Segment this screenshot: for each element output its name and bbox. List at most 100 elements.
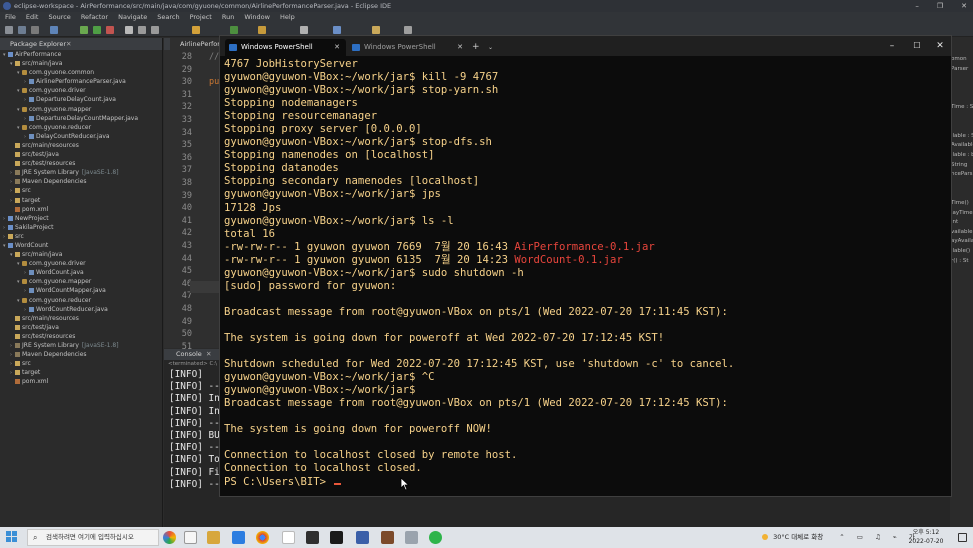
close-icon[interactable]: ✕ (206, 349, 211, 360)
chrome-icon[interactable] (256, 531, 269, 544)
terminal-taskbar-icon[interactable] (330, 531, 343, 544)
outline-item[interactable]: int (951, 219, 958, 225)
close-icon[interactable]: ✕ (930, 39, 950, 53)
outline-item[interactable]: Available (951, 142, 973, 148)
file-explorer-icon[interactable] (207, 531, 220, 544)
outline-item[interactable]: String (951, 162, 967, 168)
outline-item[interactable]: r() : St (951, 258, 969, 264)
new-tab-button[interactable]: + (472, 39, 480, 56)
debug-icon[interactable] (80, 26, 88, 34)
outline-item[interactable]: omon (951, 56, 967, 62)
outline-item[interactable]: Time() (951, 200, 969, 206)
restore-icon[interactable]: ❐ (937, 0, 943, 12)
app-icon[interactable] (282, 531, 295, 544)
pinwheel-app-icon[interactable] (163, 531, 176, 544)
terminal-tab-1[interactable]: Windows PowerShell ✕ (225, 39, 346, 56)
tree-item[interactable]: ▾ com.gyuone.common (0, 68, 162, 77)
tree-item[interactable]: › DepartureDelayCount.java (0, 95, 162, 104)
app-icon-green[interactable] (429, 531, 442, 544)
weather-icon[interactable] (762, 534, 768, 540)
print-icon[interactable] (50, 26, 58, 34)
tree-item[interactable]: › AirlinePerformanceParser.java (0, 77, 162, 86)
close-icon[interactable]: ✕ (66, 38, 71, 50)
weather-label[interactable]: 30°C 대체로 화창 (773, 533, 823, 541)
app-icon-grey[interactable] (405, 531, 418, 544)
tree-item[interactable]: › DepartureDelayCountMapper.java (0, 114, 162, 123)
tree-item[interactable]: › JRE System Library [JavaSE-1.8] (0, 168, 162, 177)
eclipse-taskbar-icon[interactable] (306, 531, 319, 544)
tree-item[interactable]: › src (0, 232, 162, 241)
package-explorer-tab[interactable]: Package Explorer ✕ (0, 38, 162, 50)
outline-item[interactable]: ayAvaila (951, 238, 973, 244)
perspective-icon[interactable] (333, 26, 341, 34)
minimize-icon[interactable]: – (915, 0, 919, 12)
menu-project[interactable]: Project (190, 12, 212, 23)
task-view-icon[interactable] (184, 531, 197, 544)
terminal-scrollbar[interactable] (945, 60, 949, 490)
outline-item[interactable]: ncePars (951, 171, 972, 177)
close-tab-icon[interactable]: ✕ (457, 39, 463, 56)
tree-item[interactable]: ▾ com.gyuone.driver (0, 86, 162, 95)
menu-help[interactable]: Help (280, 12, 295, 23)
run-last-icon[interactable] (230, 26, 238, 34)
navigation-icon[interactable] (404, 26, 412, 34)
menu-run[interactable]: Run (222, 12, 234, 23)
menu-navigate[interactable]: Navigate (118, 12, 147, 23)
terminal-output[interactable]: 4767 JobHistoryServer gyuwon@gyuwon-VBox:… (224, 58, 942, 496)
save-all-icon[interactable] (31, 26, 39, 34)
start-button[interactable] (6, 531, 18, 543)
tree-item[interactable]: › WordCountReducer.java (0, 305, 162, 314)
tree-item[interactable]: › WordCount.java (0, 268, 162, 277)
menu-file[interactable]: File (5, 12, 16, 23)
tree-item[interactable]: › SakilaProject (0, 223, 162, 232)
tree-item[interactable]: › target (0, 368, 162, 377)
save-icon[interactable] (18, 26, 26, 34)
outline-item[interactable]: ilable : boo (951, 152, 973, 158)
outline-item[interactable]: vailable() (951, 229, 973, 235)
tree-item[interactable]: ▾ com.gyuone.reducer (0, 296, 162, 305)
tree-item[interactable]: src/test/resources (0, 332, 162, 341)
tree-item[interactable]: › NewProject (0, 214, 162, 223)
menu-refactor[interactable]: Refactor (81, 12, 108, 23)
menu-window[interactable]: Window (244, 12, 270, 23)
close-icon[interactable]: ✕ (961, 0, 967, 12)
tree-item[interactable]: ▾ com.gyuone.mapper (0, 277, 162, 286)
taskbar-clock[interactable]: 오후 5:12 2022-07-20 (903, 529, 949, 546)
open-task-icon[interactable] (258, 26, 266, 34)
terminal-tab-2[interactable]: Windows PowerShell ✕ (348, 39, 469, 56)
menu-edit[interactable]: Edit (26, 12, 39, 23)
menu-source[interactable]: Source (48, 12, 70, 23)
maximize-icon[interactable]: ☐ (907, 39, 927, 53)
tree-item[interactable]: › src (0, 359, 162, 368)
tree-item[interactable]: › target (0, 196, 162, 205)
outline-item[interactable]: ilable() (951, 248, 970, 254)
tree-item[interactable]: ▾ com.gyuone.mapper (0, 105, 162, 114)
open-type-icon[interactable] (192, 26, 200, 34)
outline-item[interactable]: Time : S (951, 104, 973, 110)
tree-item[interactable]: ▾ WordCount (0, 241, 162, 250)
tree-item[interactable]: › src (0, 186, 162, 195)
tree-item[interactable]: pom.xml (0, 205, 162, 214)
tree-item[interactable]: ▾ src/main/java (0, 59, 162, 68)
new-icon[interactable] (5, 26, 13, 34)
menu-search[interactable]: Search (157, 12, 179, 23)
tree-item[interactable]: src/main/resources (0, 314, 162, 323)
tree-item[interactable]: › Maven Dependencies (0, 177, 162, 186)
annotation-icon[interactable] (372, 26, 380, 34)
tree-item[interactable]: › Maven Dependencies (0, 350, 162, 359)
outline-item[interactable]: ilable : S (951, 133, 973, 139)
tree-item[interactable]: › DelayCountReducer.java (0, 132, 162, 141)
tree-item[interactable]: › JRE System Library [JavaSE-1.8] (0, 341, 162, 350)
step-over-icon[interactable] (138, 26, 146, 34)
mail-icon[interactable] (232, 531, 245, 544)
notepad-icon[interactable] (356, 531, 369, 544)
tree-item[interactable]: ▾ AirPerformance (0, 50, 162, 59)
tree-item[interactable]: src/test/java (0, 150, 162, 159)
tree-item[interactable]: ▾ com.gyuone.reducer (0, 123, 162, 132)
minimize-icon[interactable]: – (882, 39, 902, 53)
search-icon[interactable] (300, 26, 308, 34)
tree-item[interactable]: src/main/resources (0, 141, 162, 150)
notification-icon[interactable] (958, 533, 967, 542)
taskbar-search-box[interactable]: ⌕ 검색하려면 여기에 입력하십시오 (27, 529, 159, 546)
tree-item[interactable]: src/test/java (0, 323, 162, 332)
